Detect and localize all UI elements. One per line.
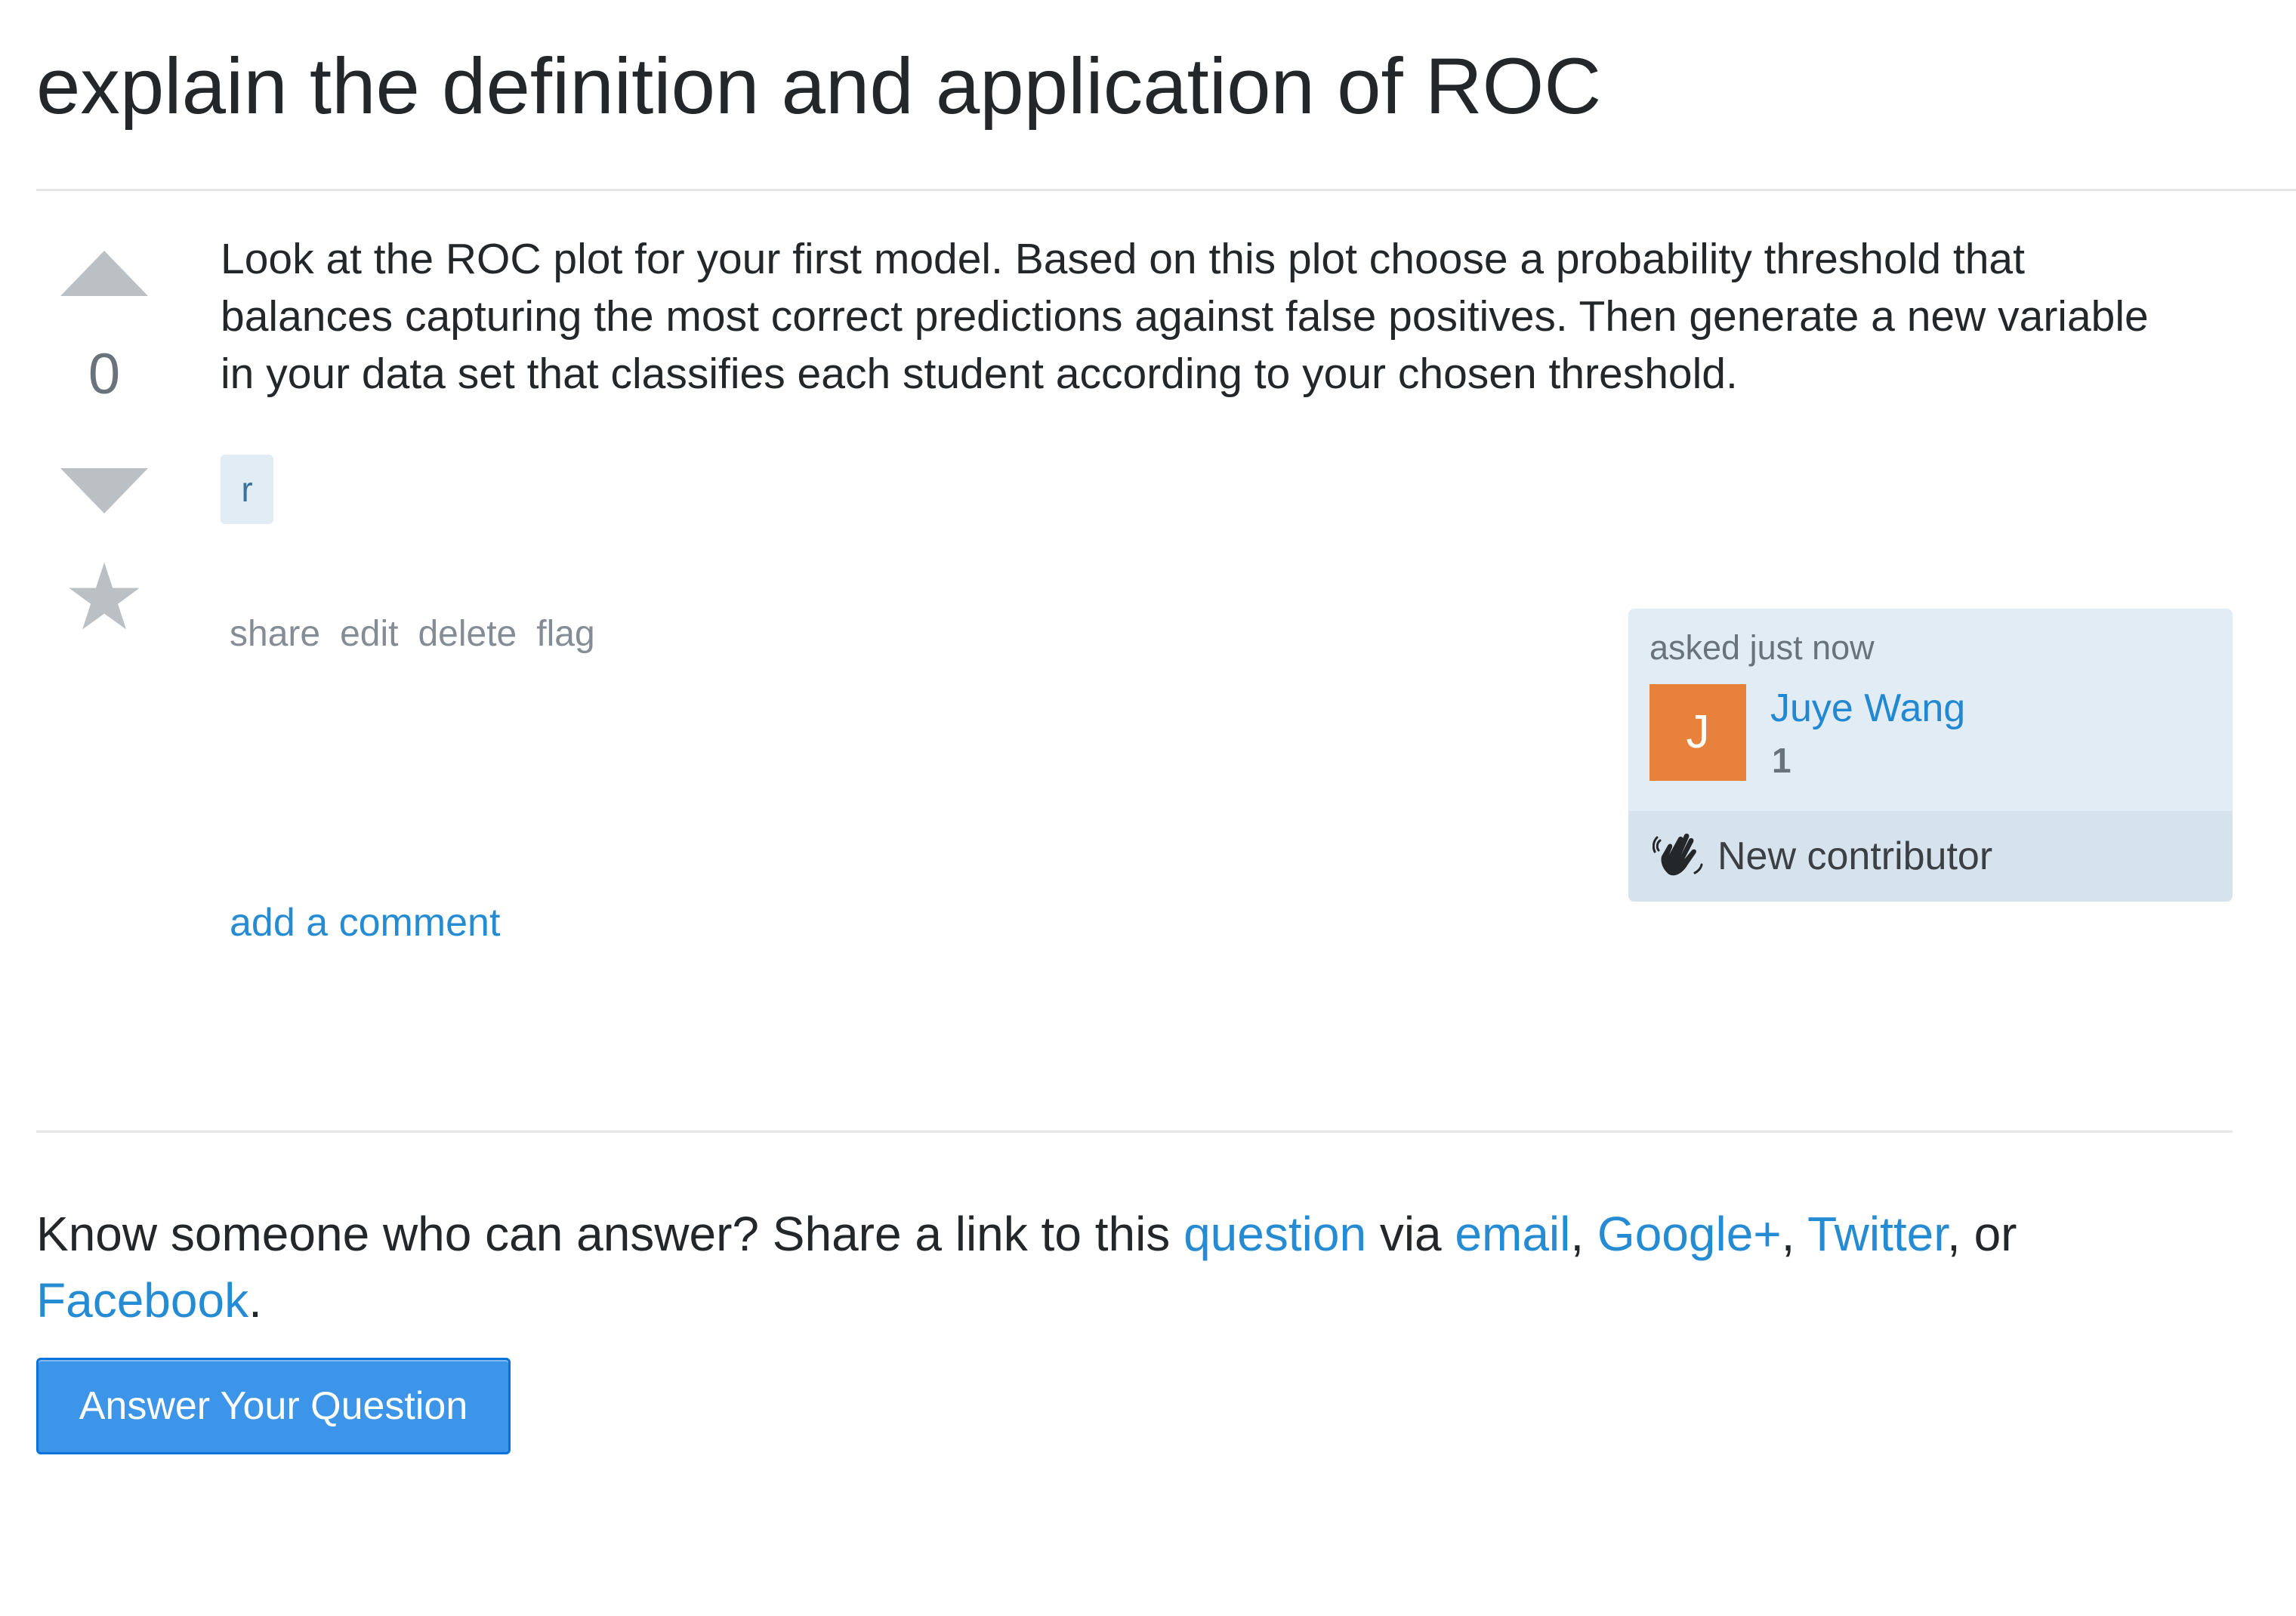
upvote-arrow-icon[interactable] — [60, 251, 148, 296]
question-body: Look at the ROC plot for your first mode… — [221, 235, 2149, 398]
edit-link[interactable]: edit — [340, 613, 398, 655]
separator: , — [1570, 1207, 1597, 1261]
user-card: asked just now J Juye Wang 1 New contrib… — [1628, 609, 2233, 902]
share-via-text: via — [1366, 1207, 1455, 1261]
question-link[interactable]: question — [1183, 1207, 1366, 1261]
user-name-link[interactable]: Juye Wang — [1770, 686, 1965, 731]
tag-r[interactable]: r — [221, 455, 273, 524]
email-link[interactable]: email — [1455, 1207, 1570, 1261]
new-contributor-label[interactable]: New contributor — [1717, 834, 1992, 879]
share-or-text: , or — [1947, 1207, 2017, 1261]
new-contributor-bar: New contributor — [1628, 811, 2233, 902]
share-prompt-text: Know someone who can answer? Share a lin… — [36, 1207, 1184, 1261]
share-end: . — [248, 1273, 262, 1328]
favorite-star-icon[interactable]: ★ — [62, 551, 147, 643]
avatar[interactable]: J — [1649, 684, 1746, 781]
flag-link[interactable]: flag — [536, 613, 594, 655]
add-comment-link[interactable]: add a comment — [230, 900, 500, 945]
user-reputation: 1 — [1772, 741, 1791, 780]
waving-hand-icon — [1653, 833, 1703, 876]
title-divider — [36, 189, 2296, 191]
google-plus-link[interactable]: Google+ — [1597, 1207, 1782, 1261]
page-title: explain the definition and application o… — [36, 42, 1602, 131]
separator: , — [1781, 1207, 1808, 1261]
downvote-arrow-icon[interactable] — [60, 468, 148, 513]
asked-time: asked just now — [1649, 628, 1875, 667]
delete-link[interactable]: delete — [418, 613, 517, 655]
section-divider — [36, 1130, 2233, 1133]
twitter-link[interactable]: Twitter — [1807, 1207, 1947, 1261]
answer-your-question-button[interactable]: Answer Your Question — [36, 1358, 511, 1454]
vote-count: 0 — [88, 342, 121, 406]
share-prompt: Know someone who can answer? Share a lin… — [36, 1201, 2151, 1334]
share-link[interactable]: share — [230, 613, 320, 655]
post-menu: share edit delete flag — [230, 613, 595, 655]
facebook-link[interactable]: Facebook — [36, 1273, 248, 1328]
